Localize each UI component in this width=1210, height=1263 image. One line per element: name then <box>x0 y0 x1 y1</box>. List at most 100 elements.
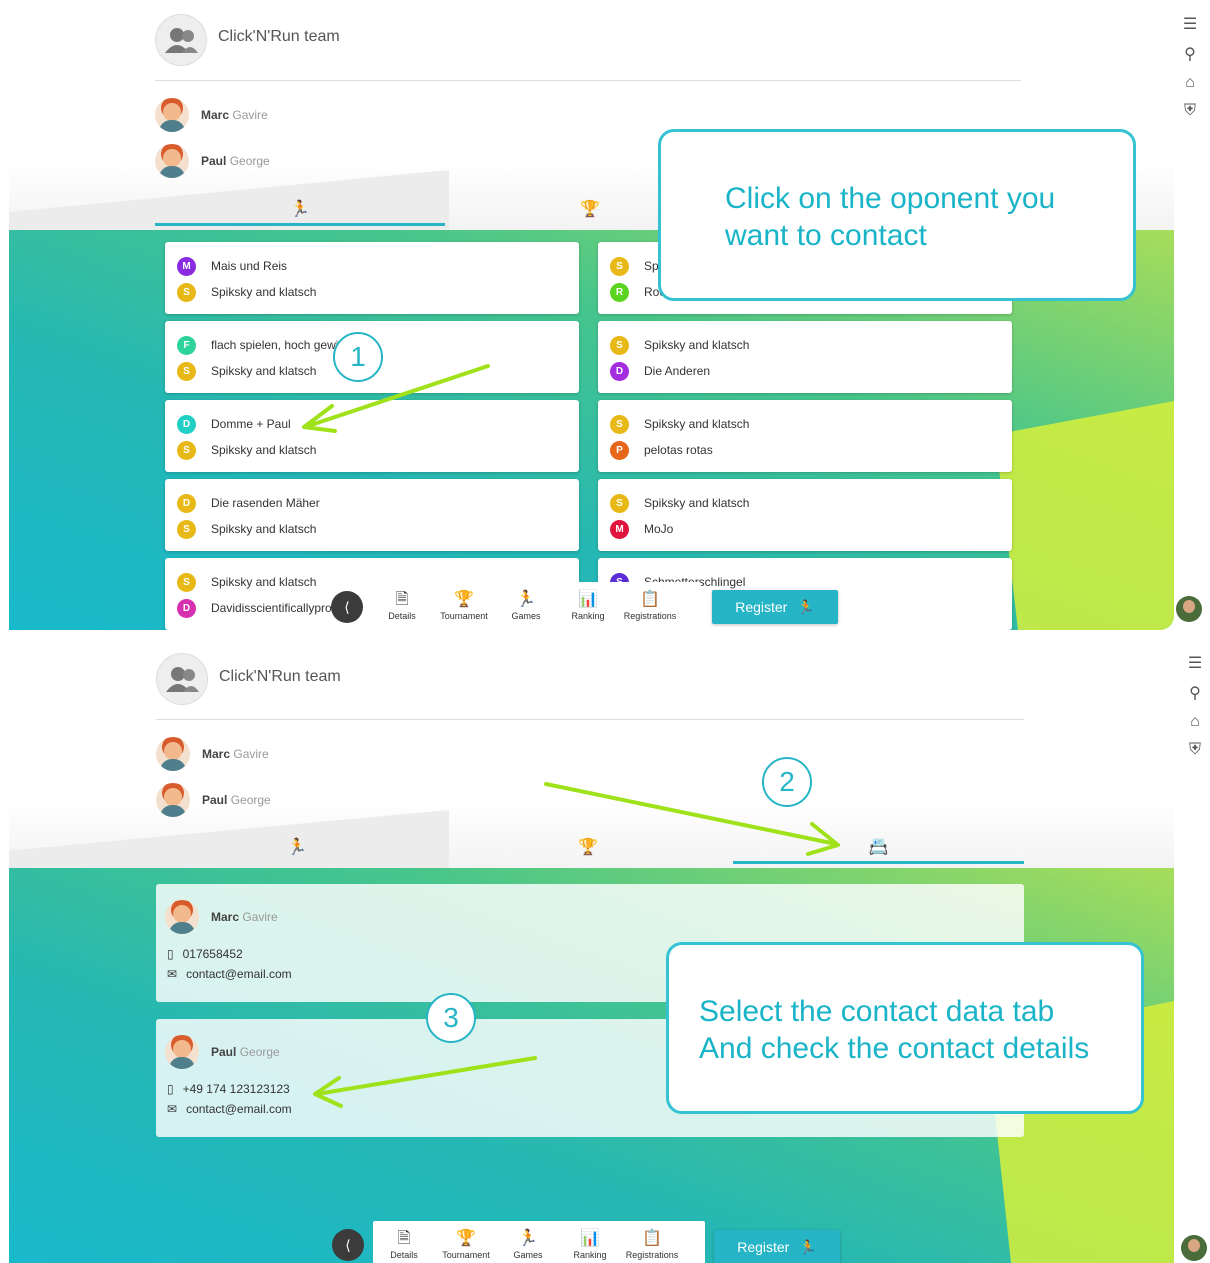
user-avatar[interactable] <box>1176 596 1202 622</box>
team-badge: S <box>177 282 196 302</box>
runner-icon: 🏃 <box>518 1230 538 1247</box>
phone-icon: ▯ <box>167 1082 174 1096</box>
team-name-label: Die rasenden Mäher <box>211 496 320 510</box>
member-avatar <box>155 144 189 178</box>
nav-tournament[interactable]: 🏆 Tournament <box>433 582 495 630</box>
nav-games[interactable]: 🏃 Games <box>497 1221 559 1263</box>
group-icon <box>166 667 199 692</box>
callout-line: And check the contact details <box>699 1032 1090 1065</box>
runner-icon: 🏃 <box>799 1238 817 1255</box>
contact-phone[interactable]: +49 174 123123123 <box>183 1082 290 1096</box>
contact-phone[interactable]: 017658452 <box>183 947 243 961</box>
contact-header: Marc Gavire <box>165 900 1014 934</box>
instruction-callout-2: Select the contact data tab And check th… <box>666 942 1144 1114</box>
share-icon: ⟨ <box>344 598 350 615</box>
clipboard-icon: 📋 <box>640 591 660 608</box>
search-icon[interactable]: ⚲ <box>1189 683 1201 703</box>
member-last-name: George <box>230 793 271 807</box>
team-badge: F <box>177 335 196 355</box>
trophy-icon: 🏆 <box>580 201 600 218</box>
team-name: Click'N'Run team <box>219 668 341 685</box>
team-badge: S <box>177 361 196 381</box>
phone-icon: ▯ <box>167 947 174 961</box>
team-avatar <box>156 653 208 705</box>
game-card[interactable]: S Spiksky and klatsch Ppelotas rotas <box>598 400 1012 472</box>
clipboard-icon: 📋 <box>642 1230 662 1247</box>
share-button[interactable]: ⟨ <box>331 591 363 623</box>
contact-last-name: Gavire <box>242 910 278 924</box>
team-badge: D <box>177 414 196 434</box>
callout-line: Select the contact data tab <box>699 995 1055 1028</box>
nav-registrations[interactable]: 📋 Registrations <box>619 582 681 630</box>
team-name-label: Spiksky and klatsch <box>211 522 317 536</box>
callout-line: want to contact <box>725 219 927 252</box>
member-first-name: Paul <box>201 154 227 168</box>
member-row: Paul George <box>156 783 271 817</box>
team-name-label: Domme + Paul <box>211 417 291 431</box>
shield-icon[interactable]: ⛨ <box>1189 741 1201 759</box>
callout-line: Click on the oponent you <box>725 182 1056 215</box>
team-name-label: Spiksky and klatsch <box>644 338 750 352</box>
game-card[interactable]: S Spiksky and klatsch D Die Anderen <box>598 321 1012 393</box>
menu-icon[interactable]: ☰ <box>1188 653 1202 673</box>
member-avatar <box>155 98 189 132</box>
contact-card-icon: 📇 <box>868 839 889 856</box>
team-badge: S <box>177 572 196 592</box>
nav-ranking[interactable]: 📊 Ranking <box>559 1221 621 1263</box>
team-name: Click'N'Run team <box>218 28 340 45</box>
share-button[interactable]: ⟨ <box>332 1229 364 1261</box>
nav-games[interactable]: 🏃 Games <box>495 582 557 630</box>
mail-icon: ✉ <box>167 1102 178 1116</box>
contact-email[interactable]: contact@email.com <box>186 967 292 981</box>
member-last-name: Gavire <box>232 108 268 122</box>
register-button[interactable]: Register 🏃 <box>714 1230 840 1263</box>
nav-tournament[interactable]: 🏆 Tournament <box>435 1221 497 1263</box>
home-icon[interactable]: ⌂ <box>1190 713 1200 731</box>
team-name-label: Mais und Reis <box>211 259 288 273</box>
team-name-label: Spiksky and klatsch <box>644 417 750 431</box>
user-avatar[interactable] <box>1181 1235 1207 1261</box>
contact-first-name: Paul <box>211 1045 237 1059</box>
game-card[interactable]: D Die rasenden Mäher S Spiksky and klatsch <box>165 479 579 551</box>
team-avatar <box>155 14 207 66</box>
home-icon[interactable]: ⌂ <box>1185 74 1195 92</box>
team-badge: D <box>177 493 196 513</box>
nav-label: Games <box>511 611 541 621</box>
document-icon: 🗎 <box>395 591 409 608</box>
nav-label: Games <box>513 1250 543 1260</box>
team-badge: S <box>177 440 196 460</box>
shield-icon[interactable]: ⛨ <box>1184 102 1196 120</box>
nav-ranking[interactable]: 📊 Ranking <box>557 582 619 630</box>
ranking-icon: 📊 <box>580 1230 600 1247</box>
nav-registrations[interactable]: 📋 Registrations <box>621 1221 683 1263</box>
share-icon: ⟨ <box>345 1236 351 1253</box>
team-name-label: Spiksky and klatsch <box>211 575 317 589</box>
contact-email[interactable]: contact@email.com <box>186 1102 292 1116</box>
document-icon: 🗎 <box>397 1230 411 1247</box>
team-badge: S <box>177 519 196 539</box>
register-label: Register <box>735 599 788 615</box>
header-divider <box>155 80 1021 81</box>
member-avatar <box>156 737 190 771</box>
group-icon <box>165 28 198 53</box>
menu-icon[interactable]: ☰ <box>1183 14 1197 34</box>
runner-icon: 🏃 <box>797 598 815 615</box>
tab-games[interactable]: 🏃 <box>152 832 443 862</box>
member-avatar <box>165 1035 199 1069</box>
contact-first-name: Marc <box>211 910 240 924</box>
register-button[interactable]: Register 🏃 <box>712 590 838 624</box>
team-badge: D <box>610 361 629 381</box>
team-badge: R <box>610 282 629 302</box>
arrow-annotation-1 <box>302 364 490 433</box>
nav-label: Tournament <box>440 611 488 621</box>
nav-details[interactable]: 🗎 Details <box>373 1221 435 1263</box>
nav-details[interactable]: 🗎 Details <box>371 582 433 630</box>
game-card[interactable]: M Mais und Reis S Spiksky and klatsch <box>165 242 579 314</box>
game-card[interactable]: S Spiksky and klatsch M MoJo <box>598 479 1012 551</box>
team-badge: S <box>610 335 629 355</box>
team-badge: S <box>610 256 629 276</box>
member-first-name: Marc <box>201 108 230 122</box>
search-icon[interactable]: ⚲ <box>1184 44 1196 64</box>
team-badge: M <box>177 256 196 276</box>
tab-games[interactable]: 🏃 <box>155 194 445 226</box>
